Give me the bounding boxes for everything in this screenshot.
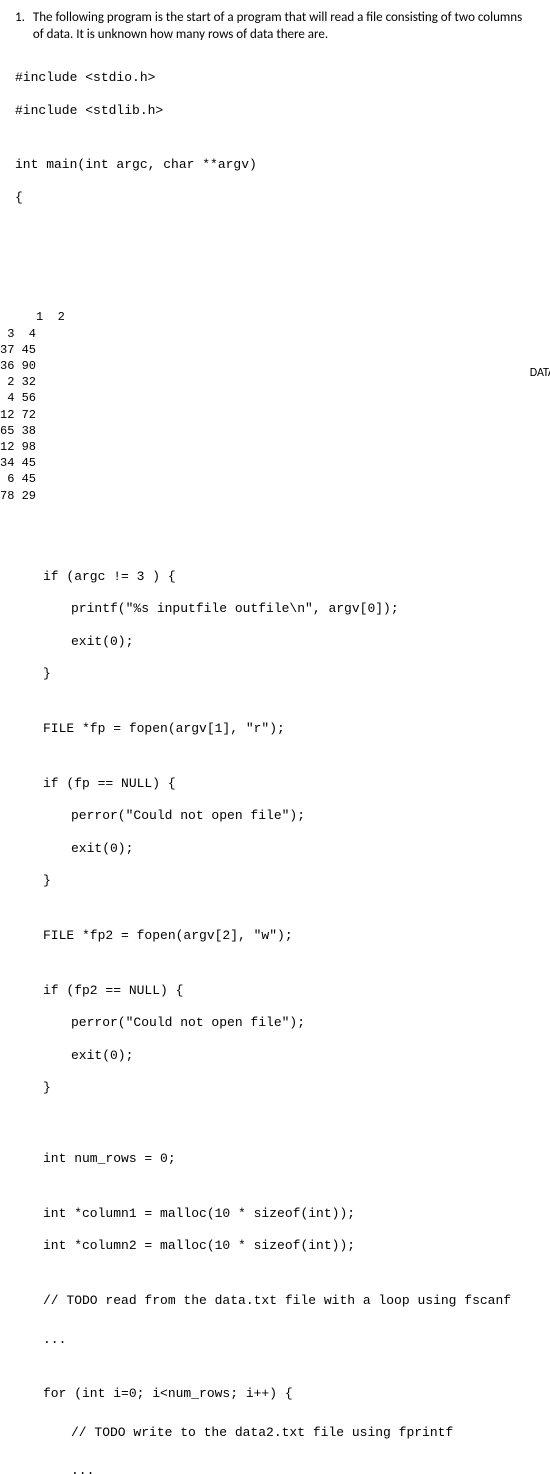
- code-line: }: [15, 1080, 535, 1096]
- code-line: if (fp == NULL) {: [15, 776, 535, 792]
- code-line: printf("%s inputfile outfile\n", argv[0]…: [15, 601, 535, 617]
- code-line: int *column1 = malloc(10 * sizeof(int));: [15, 1206, 535, 1222]
- code-line: perror("Could not open file");: [15, 1015, 535, 1031]
- code-line: exit(0);: [15, 634, 535, 650]
- code-line: // TODO read from the data.txt file with…: [15, 1293, 535, 1309]
- code-line: ...: [15, 1463, 535, 1474]
- data-file-contents: 1 2 3 4 37 45 36 90 2 32 4 56 12 72 65 3…: [0, 310, 65, 502]
- code-line: if (fp2 == NULL) {: [15, 983, 535, 999]
- code-line: exit(0);: [15, 841, 535, 857]
- code-line: FILE *fp = fopen(argv[1], "r");: [15, 721, 535, 737]
- data-file-box: 1 2 3 4 37 45 36 90 2 32 4 56 12 72 65 3…: [0, 293, 520, 536]
- question-text: The following program is the start of a …: [33, 10, 535, 44]
- data-file-label: DATA.TXT: [530, 365, 550, 381]
- code-line: // TODO write to the data2.txt file usin…: [15, 1425, 535, 1441]
- code-line: int main(int argc, char **argv): [15, 157, 535, 173]
- code-line: exit(0);: [15, 1048, 535, 1064]
- code-line: for (int i=0; i<num_rows; i++) {: [15, 1386, 535, 1402]
- code-line: int num_rows = 0;: [15, 1151, 535, 1167]
- code-line: #include <stdio.h>: [15, 70, 535, 86]
- code-line: {: [15, 190, 535, 206]
- code-line: FILE *fp2 = fopen(argv[2], "w");: [15, 928, 535, 944]
- code-line: #include <stdlib.h>: [15, 103, 535, 119]
- code-line: perror("Could not open file");: [15, 808, 535, 824]
- code-line: }: [15, 873, 535, 889]
- code-line: int *column2 = malloc(10 * sizeof(int));: [15, 1238, 535, 1254]
- question-number: 1.: [15, 10, 25, 44]
- code-line: if (argc != 3 ) {: [15, 569, 535, 585]
- code-line: ...: [15, 1332, 535, 1348]
- code-block: #include <stdio.h> #include <stdlib.h> i…: [15, 54, 535, 1474]
- code-line: }: [15, 666, 535, 682]
- question-header: 1. The following program is the start of…: [15, 10, 535, 44]
